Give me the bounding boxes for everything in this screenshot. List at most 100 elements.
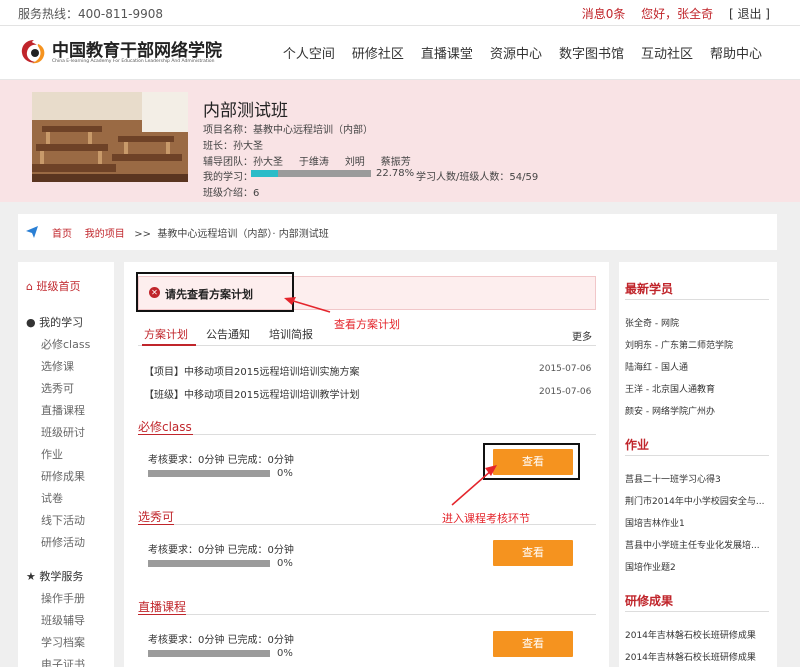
section-title-xuanxiuke: 选秀可 xyxy=(138,510,175,524)
section-title-required: 必修class xyxy=(138,420,192,434)
results-title: 研修成果 xyxy=(625,594,674,608)
section-progress-bar xyxy=(148,470,270,477)
members-title: 最新学员 xyxy=(625,282,674,296)
classroom-photo xyxy=(32,92,188,182)
nav-resource-center[interactable]: 资源中心 xyxy=(490,43,542,62)
sidebar-item-certificate[interactable]: 电子证书 xyxy=(41,656,85,667)
sidebar-item-activities[interactable]: 研修活动 xyxy=(41,534,85,550)
nav-research-community[interactable]: 研修社区 xyxy=(352,43,404,62)
sidebar-item-homework[interactable]: 作业 xyxy=(41,446,63,462)
messages-link[interactable]: 消息0条 xyxy=(582,7,626,21)
homework-item[interactable]: 荆门市2014年中小学校园安全与... xyxy=(625,494,771,507)
sidebar-item-required[interactable]: 必修class xyxy=(41,336,90,352)
home-icon: ⌂ xyxy=(26,280,33,293)
service-hotline: 服务热线：400-811-9908 xyxy=(18,7,164,21)
tab-brief[interactable]: 培训简报 xyxy=(269,326,313,342)
section-divider xyxy=(625,611,769,612)
nav-digital-library[interactable]: 数字图书馆 xyxy=(559,43,624,62)
class-title: 内部测试班 xyxy=(203,101,288,121)
logo-subtitle: China E-learning Academy For Education L… xyxy=(52,59,215,64)
study-progress-bar xyxy=(251,170,371,177)
sidebar-item-exam[interactable]: 试卷 xyxy=(41,490,63,506)
paper-plane-icon xyxy=(26,226,38,238)
plan-date: 2015-07-06 xyxy=(539,364,592,374)
section-percent: 0% xyxy=(277,648,293,659)
section-divider xyxy=(138,614,596,615)
section-accent xyxy=(138,524,174,525)
section-requirement: 考核要求：0分钟 已完成：0分钟 xyxy=(148,455,294,466)
more-link[interactable]: 更多 xyxy=(572,328,592,343)
site-logo[interactable]: 中国教育干部网络学院 China E-learning Academy For … xyxy=(18,34,228,72)
breadcrumb-my-projects[interactable]: 我的项目 xyxy=(85,229,125,240)
breadcrumb-separator: >> xyxy=(134,229,152,240)
section-percent: 0% xyxy=(277,468,293,479)
plan-item-project[interactable]: 【项目】中移动项目2015远程培训培训实施方案 xyxy=(144,363,359,378)
class-sidebar: ⌂ 班级首页 ● 我的学习 必修class 选修课 选秀可 直播课程 班级研讨 … xyxy=(18,262,114,667)
sidebar-item-manual[interactable]: 操作手册 xyxy=(41,590,85,606)
user-links: 消息0条 您好，张全奇 [ 退出 ] xyxy=(570,5,770,22)
member-item[interactable]: 颜安 - 网络学院广州办 xyxy=(625,404,771,417)
section-divider xyxy=(625,299,769,300)
right-column: 最新学员 张全奇 - 网院 刘明东 - 广东第二师范学院 陆海红 - 国人通 王… xyxy=(619,262,777,667)
section-divider xyxy=(138,434,596,435)
sidebar-item-results[interactable]: 研修成果 xyxy=(41,468,85,484)
active-tab-indicator xyxy=(142,344,196,346)
tab-plan[interactable]: 方案计划 xyxy=(144,326,188,342)
section-progress-bar xyxy=(148,560,270,567)
logo-title: 中国教育干部网络学院 xyxy=(52,41,222,61)
annotation-box-plan xyxy=(136,272,294,312)
homework-item[interactable]: 国培作业题2 xyxy=(625,560,771,573)
logout-link[interactable]: [ 退出 ] xyxy=(729,7,770,21)
homework-title: 作业 xyxy=(625,438,650,452)
study-percent: 22.78% xyxy=(376,168,415,179)
sidebar-class-home[interactable]: ⌂ 班级首页 xyxy=(26,278,80,294)
member-item[interactable]: 张全奇 - 网院 xyxy=(625,316,771,329)
result-item[interactable]: 2014年吉林磐石校长班研修成果 xyxy=(625,628,771,641)
section-requirement: 考核要求：0分钟 已完成：0分钟 xyxy=(148,635,294,646)
section-title-live: 直播课程 xyxy=(138,600,187,614)
result-item[interactable]: 2014年吉林磐石校长班研修成果 xyxy=(625,650,771,663)
member-item[interactable]: 刘明东 - 广东第二师范学院 xyxy=(625,338,771,351)
sidebar-item-archive[interactable]: 学习档案 xyxy=(41,634,85,650)
sidebar-item-xuanxiuke[interactable]: 选秀可 xyxy=(41,380,74,396)
sidebar-item-offline[interactable]: 线下活动 xyxy=(41,512,85,528)
section-requirement: 考核要求：0分钟 已完成：0分钟 xyxy=(148,545,294,556)
section-progress-bar xyxy=(148,650,270,657)
sidebar-item-discussion[interactable]: 班级研讨 xyxy=(41,424,85,440)
sidebar-item-live[interactable]: 直播课程 xyxy=(41,402,85,418)
logo-swirl-icon xyxy=(21,40,45,64)
homework-item[interactable]: 莒县二十一班学习心得3 xyxy=(625,472,771,485)
sidebar-teaching-services[interactable]: ★ 教学服务 xyxy=(26,568,83,584)
member-item[interactable]: 王洋 - 北京国人通教育 xyxy=(625,382,771,395)
annotation-view-plan: 查看方案计划 xyxy=(334,318,400,331)
top-bar: 服务热线：400-811-9908 消息0条 您好，张全奇 [ 退出 ] xyxy=(0,0,800,26)
user-icon: ● xyxy=(26,316,36,329)
greeting-link[interactable]: 您好，张全奇 xyxy=(641,7,713,21)
sidebar-item-tutoring[interactable]: 班级辅导 xyxy=(41,612,85,628)
sidebar-item-elective[interactable]: 选修课 xyxy=(41,358,74,374)
study-progress-fill xyxy=(251,170,279,177)
class-banner: 内部测试班 项目名称：基教中心远程培训（内部） 班长：孙大圣 辅导团队：孙大圣 … xyxy=(0,80,800,202)
tab-notice[interactable]: 公告通知 xyxy=(206,326,250,342)
member-item[interactable]: 陆海红 - 国人通 xyxy=(625,360,771,373)
view-button-live[interactable]: 查看 xyxy=(493,631,573,657)
homework-item[interactable]: 莒县中小学班主任专业化发展培... xyxy=(625,538,771,551)
tutor-team: 辅导团队：孙大圣 于维涛 刘明 蔡振芳 xyxy=(203,157,411,168)
site-header: 中国教育干部网络学院 China E-learning Academy For … xyxy=(0,26,800,80)
section-divider xyxy=(625,455,769,456)
view-button-xuanxiuke[interactable]: 查看 xyxy=(493,540,573,566)
section-percent: 0% xyxy=(277,558,293,569)
breadcrumb-home[interactable]: 首页 xyxy=(52,229,72,240)
sidebar-my-study[interactable]: ● 我的学习 xyxy=(26,314,83,330)
nav-personal-space[interactable]: 个人空间 xyxy=(283,43,335,62)
annotation-enter-course: 进入课程考核环节 xyxy=(442,512,530,525)
nav-help-center[interactable]: 帮助中心 xyxy=(710,43,762,62)
nav-live-class[interactable]: 直播课堂 xyxy=(421,43,473,62)
project-name: 项目名称：基教中心远程培训（内部） xyxy=(203,125,373,136)
plan-item-class[interactable]: 【班级】中移动项目2015远程培训培训教学计划 xyxy=(144,386,359,401)
my-study-label: 我的学习： xyxy=(203,172,253,183)
class-intro: 班级介绍：6 xyxy=(203,188,260,199)
study-counts: 学习人数/班级人数：54/59 xyxy=(416,172,539,183)
nav-interactive-community[interactable]: 互动社区 xyxy=(641,43,693,62)
homework-item[interactable]: 国培吉林作业1 xyxy=(625,516,771,529)
